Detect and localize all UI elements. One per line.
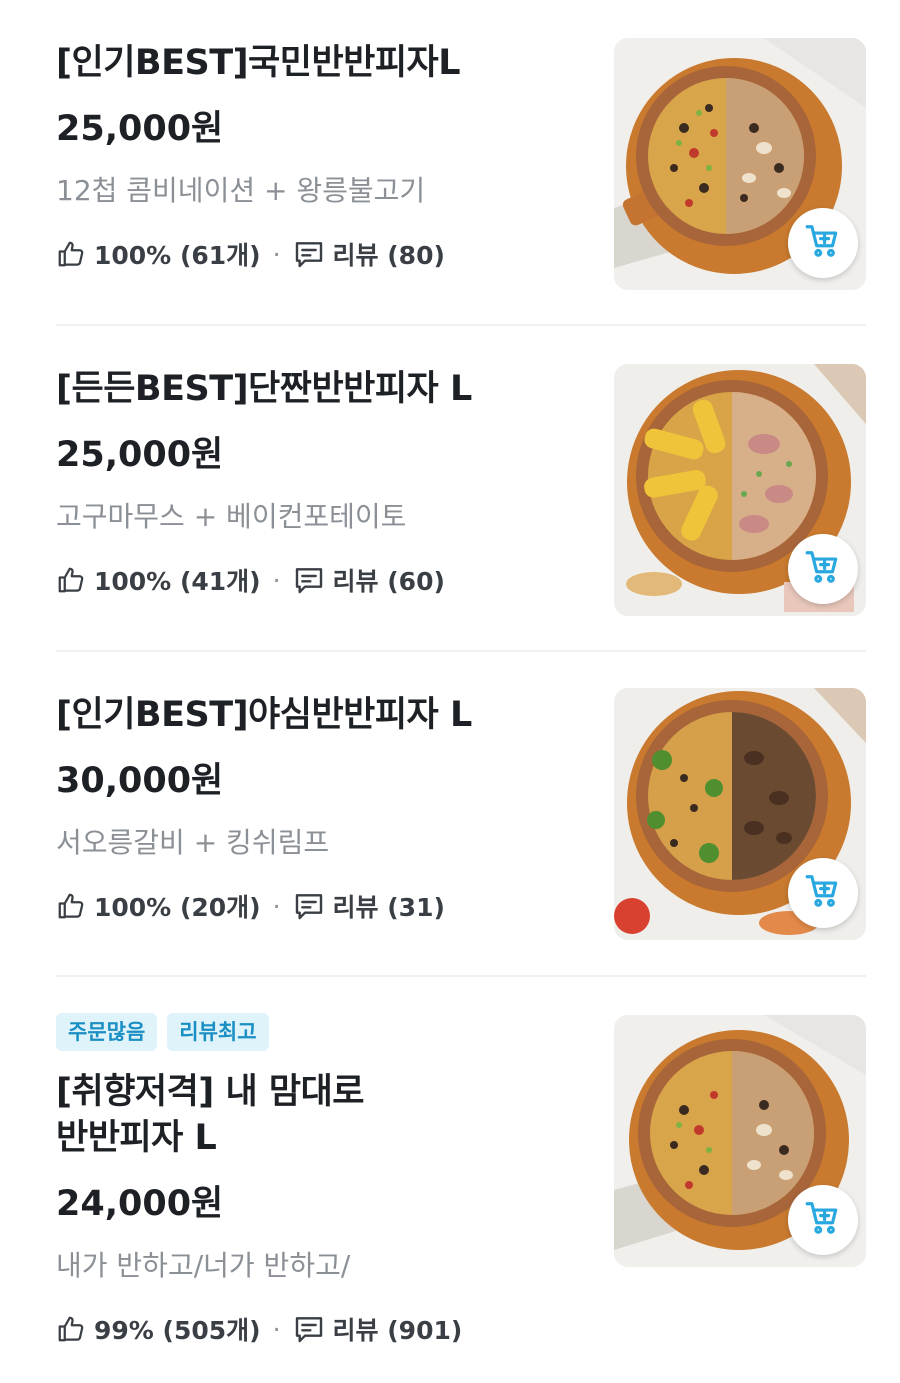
add-to-cart-icon	[804, 872, 842, 914]
menu-item-title-line2: 반반피자 L	[56, 1118, 217, 1158]
menu-item-title: [인기BEST]국민반반피자L	[56, 43, 461, 83]
pizza-image[interactable]	[614, 688, 866, 940]
menu-item-stats: 99% (505개) · 리뷰 (901)	[56, 1309, 576, 1349]
like-rate: 100% (41개)	[94, 567, 261, 596]
thumbs-up-icon	[56, 239, 86, 269]
like-rate: 99% (505개)	[94, 1316, 261, 1345]
menu-item-4[interactable]: 주문많음 리뷰최고 [취향저격] 내 맘대로 반반피자 L 24,000원 내가…	[0, 977, 900, 1383]
separator-dot: ·	[272, 239, 281, 269]
menu-item-description: 12첩 콤비네이션 + 왕릉불고기	[56, 174, 426, 207]
review-count[interactable]: 리뷰 (901)	[333, 1311, 463, 1347]
add-to-cart-button[interactable]	[788, 208, 858, 278]
menu-item-stats: 100% (41개) · 리뷰 (60)	[56, 560, 576, 600]
menu-item-price: 25,000원	[56, 109, 224, 149]
separator-dot: ·	[272, 565, 281, 595]
menu-item-title-line1: [취향저격] 내 맘대로	[56, 1072, 364, 1112]
menu-item-description: 고구마무스 + 베이컨포테이토	[56, 500, 407, 533]
menu-item-info: [인기BEST]국민반반피자L 25,000원 12첩 콤비네이션 + 왕릉불고…	[56, 40, 576, 274]
like-rate: 100% (61개)	[94, 241, 261, 270]
menu-item-stats: 100% (20개) · 리뷰 (31)	[56, 886, 576, 926]
menu-item-info: 주문많음 리뷰최고 [취향저격] 내 맘대로 반반피자 L 24,000원 내가…	[56, 1013, 576, 1349]
add-to-cart-icon	[804, 1199, 842, 1241]
review-bubble-icon	[293, 890, 325, 922]
menu-item-price: 24,000원	[56, 1184, 224, 1224]
menu-item-title: [인기BEST]야심반반피자 L	[56, 695, 472, 735]
add-to-cart-button[interactable]	[788, 534, 858, 604]
thumbs-up-icon	[56, 1314, 86, 1344]
add-to-cart-button[interactable]	[788, 1185, 858, 1255]
review-count[interactable]: 리뷰 (60)	[333, 562, 445, 598]
menu-item-price: 25,000원	[56, 435, 224, 475]
badge-popular-order: 주문많음	[56, 1013, 158, 1051]
menu-item-description: 서오릉갈비 + 킹쉬림프	[56, 826, 330, 859]
review-count[interactable]: 리뷰 (80)	[333, 236, 445, 272]
pizza-image[interactable]	[614, 1015, 866, 1267]
pizza-image[interactable]	[614, 38, 866, 290]
review-bubble-icon	[293, 564, 325, 596]
badge-best-review: 리뷰최고	[167, 1013, 269, 1051]
menu-item-1[interactable]: [인기BEST]국민반반피자L 25,000원 12첩 콤비네이션 + 왕릉불고…	[0, 0, 900, 325]
add-to-cart-icon	[804, 222, 842, 264]
review-bubble-icon	[293, 1313, 325, 1345]
review-count[interactable]: 리뷰 (31)	[333, 888, 445, 924]
separator-dot: ·	[272, 891, 281, 921]
thumbs-up-icon	[56, 565, 86, 595]
menu-item-info: [든든BEST]단짠반반피자 L 25,000원 고구마무스 + 베이컨포테이토…	[56, 366, 576, 600]
pizza-image[interactable]	[614, 364, 866, 616]
menu-item-2[interactable]: [든든BEST]단짠반반피자 L 25,000원 고구마무스 + 베이컨포테이토…	[0, 326, 900, 651]
menu-item-3[interactable]: [인기BEST]야심반반피자 L 30,000원 서오릉갈비 + 킹쉬림프 10…	[0, 652, 900, 977]
separator-dot: ·	[272, 1314, 281, 1344]
menu-item-description: 내가 반하고/너가 반하고/	[56, 1249, 351, 1282]
add-to-cart-icon	[804, 548, 842, 590]
thumbs-up-icon	[56, 891, 86, 921]
menu-item-title: [든든BEST]단짠반반피자 L	[56, 369, 472, 409]
badge-group: 주문많음 리뷰최고	[56, 1013, 576, 1051]
menu-item-price: 30,000원	[56, 761, 224, 801]
menu-item-info: [인기BEST]야심반반피자 L 30,000원 서오릉갈비 + 킹쉬림프 10…	[56, 692, 576, 926]
like-rate: 100% (20개)	[94, 893, 261, 922]
review-bubble-icon	[293, 238, 325, 270]
menu-item-stats: 100% (61개) · 리뷰 (80)	[56, 234, 576, 274]
add-to-cart-button[interactable]	[788, 858, 858, 928]
